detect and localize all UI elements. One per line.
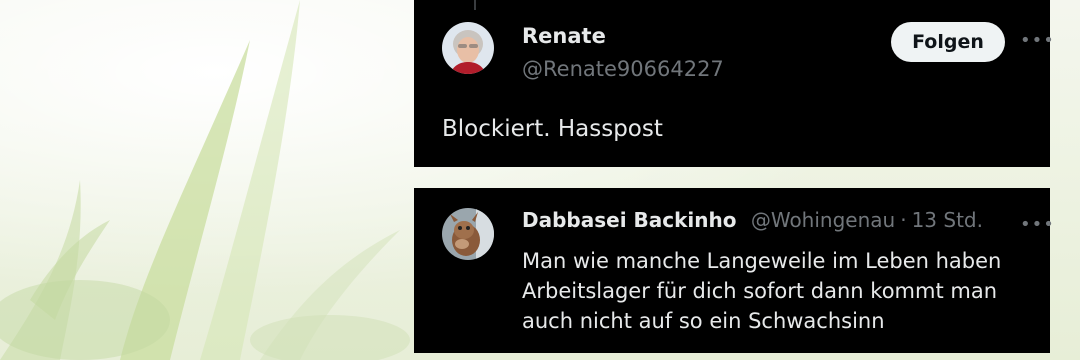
tweet-card[interactable]: Dabbasei Backinho @Wohingenau · 13 Std. ••… bbox=[414, 188, 1054, 353]
user-handle[interactable]: @Wohingenau bbox=[751, 208, 895, 232]
timestamp[interactable]: 13 Std. bbox=[912, 208, 983, 232]
display-name[interactable]: Renate bbox=[522, 24, 606, 48]
more-options-icon[interactable]: ••• bbox=[1020, 214, 1055, 235]
user-handle[interactable]: @Renate90664227 bbox=[522, 57, 724, 81]
avatar-image bbox=[442, 22, 494, 74]
reply-tweet-card[interactable]: Renate @Renate90664227 Folgen ••• Blocki… bbox=[414, 0, 1054, 167]
separator-dot: · bbox=[900, 208, 907, 232]
display-name[interactable]: Dabbasei Backinho bbox=[522, 208, 736, 232]
avatar-image bbox=[442, 208, 494, 260]
follow-button[interactable]: Folgen bbox=[891, 22, 1005, 62]
more-options-icon[interactable]: ••• bbox=[1020, 30, 1055, 51]
thread-connector-line bbox=[474, 0, 476, 10]
tweet-header: Dabbasei Backinho @Wohingenau · 13 Std. bbox=[522, 208, 983, 232]
avatar[interactable] bbox=[442, 22, 494, 74]
avatar[interactable] bbox=[442, 208, 494, 260]
tweet-text: Man wie manche Langeweile im Leben haben… bbox=[522, 249, 1002, 333]
tweet-text: Blockiert. Hasspost bbox=[442, 116, 663, 142]
